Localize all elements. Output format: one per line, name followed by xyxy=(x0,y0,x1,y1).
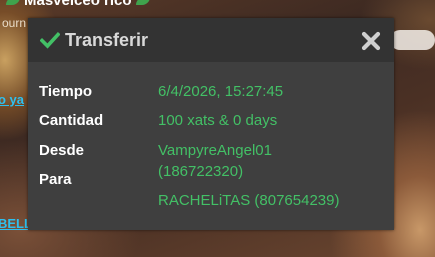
amount-label: Cantidad xyxy=(39,112,104,129)
leaf-icon xyxy=(135,0,150,6)
dialog-header: Transferir xyxy=(28,18,394,62)
from-label: Desde xyxy=(39,142,85,159)
from-username: VampyreAngel01 xyxy=(158,142,272,159)
check-icon xyxy=(40,31,60,49)
background-title: Masvelceo rico xyxy=(2,0,154,9)
from-user-id: (186722320) xyxy=(158,163,244,180)
background-subtext: ourn xyxy=(2,16,27,30)
to-label: Para xyxy=(39,171,72,188)
transfer-dialog: Transferir Tiempo 6/4/2026, 15:27:45 Can… xyxy=(28,18,394,230)
time-label: Tiempo xyxy=(39,83,93,100)
chat-background: Masvelceo rico ourn o ya BELL Transferir… xyxy=(0,0,435,257)
background-link[interactable]: o ya xyxy=(0,92,24,107)
time-value: 6/4/2026, 15:27:45 xyxy=(158,83,284,100)
leaf-icon xyxy=(6,0,20,6)
background-decoration xyxy=(390,30,435,50)
amount-value: 100 xats & 0 days xyxy=(158,112,278,129)
to-value: RACHELiTAS (807654239) xyxy=(158,192,340,209)
close-icon[interactable] xyxy=(360,30,382,52)
dialog-title: Transferir xyxy=(65,30,149,50)
